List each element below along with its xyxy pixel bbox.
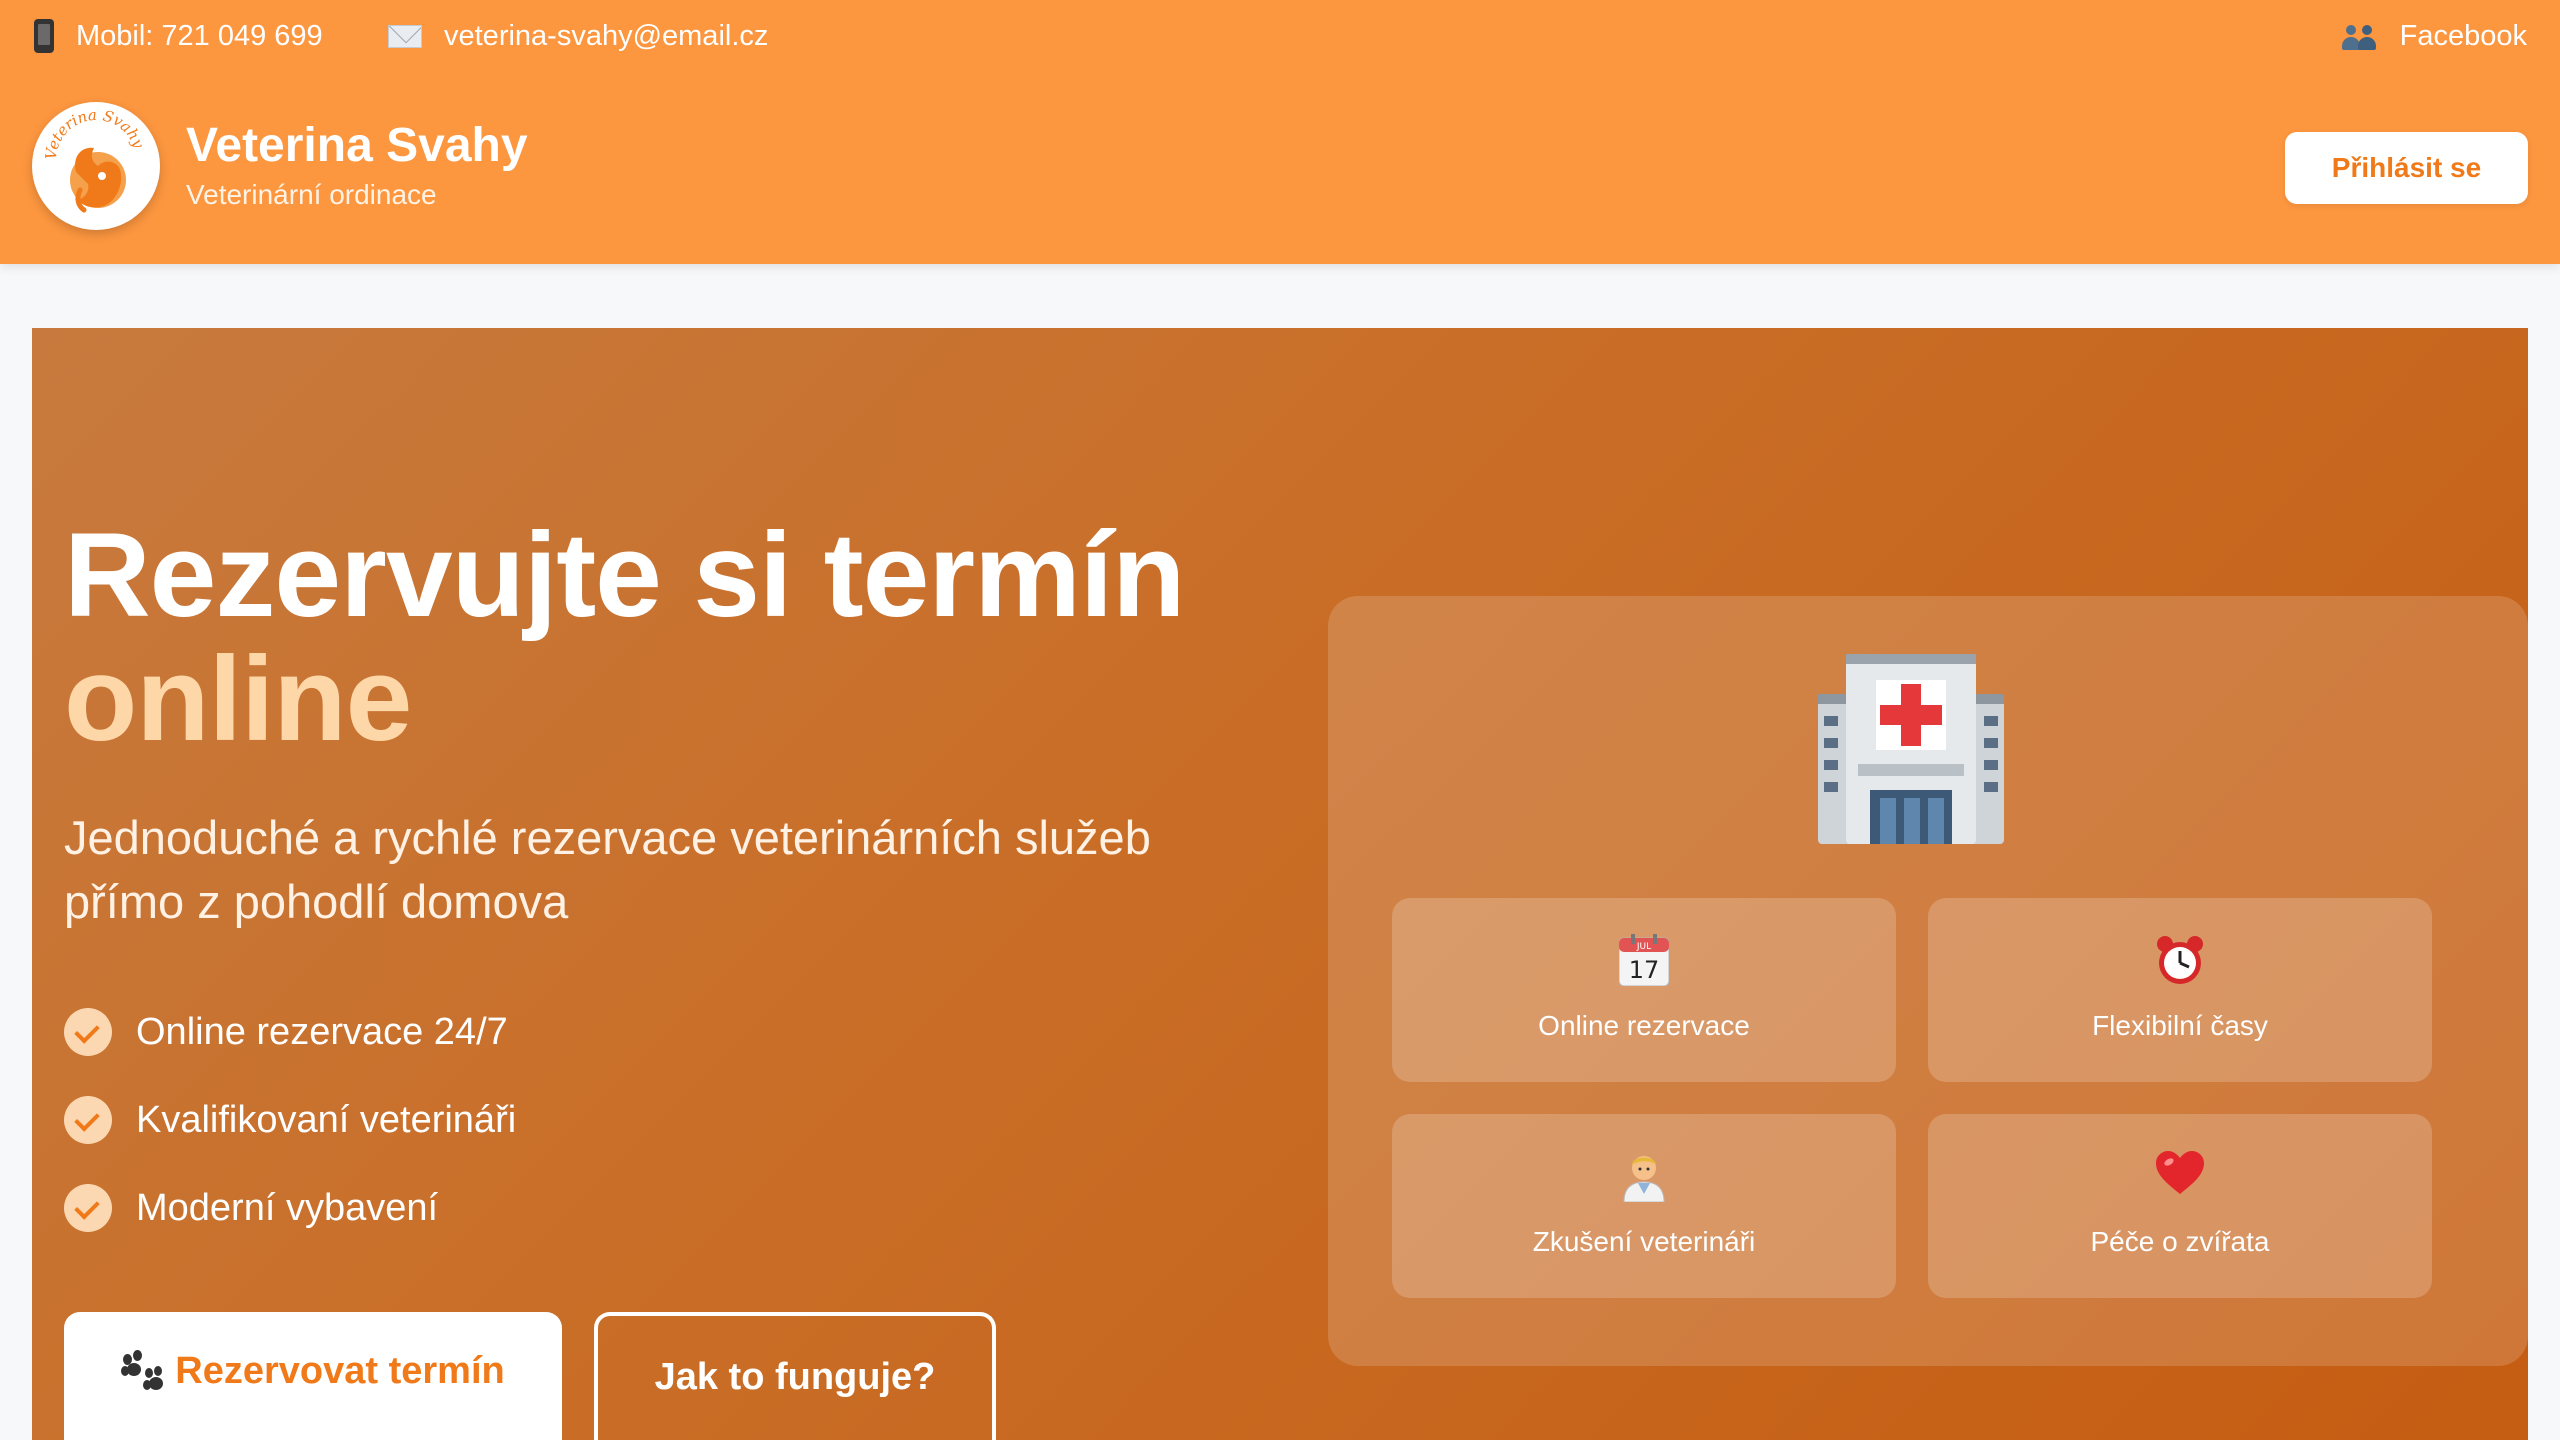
- check-icon: [64, 1096, 112, 1144]
- card-animal-care: Péče o zvířata: [1928, 1114, 2432, 1298]
- heart-icon: [2156, 1151, 2204, 1194]
- login-button[interactable]: Přihlásit se: [2285, 132, 2528, 204]
- card-label: Online rezervace: [1538, 1010, 1750, 1041]
- people-icon: [2341, 22, 2378, 50]
- hospital-icon: [1818, 654, 2004, 844]
- card-label: Zkušení veterináři: [1532, 1226, 1756, 1257]
- brand-logo: Veterina Svahy: [32, 102, 160, 230]
- features-panel: JUL 17 Online rezervace Flexibilní časy …: [1328, 596, 2528, 1366]
- card-label: Flexibilní časy: [2092, 1010, 2268, 1041]
- feature-item: Moderní vybavení: [64, 1164, 516, 1252]
- hero-title-main: Rezervujte si termín: [64, 508, 1185, 642]
- how-it-works-button[interactable]: Jak to funguje?: [594, 1312, 996, 1440]
- doctor-icon: [1623, 1156, 1665, 1202]
- feature-item: Kvalifikovaní veterináři: [64, 1076, 516, 1164]
- facebook-link[interactable]: Facebook: [2341, 16, 2527, 56]
- brand-subtitle: Veterinární ordinace: [186, 179, 437, 210]
- feature-label: Kvalifikovaní veterináři: [136, 1098, 517, 1141]
- calendar-day: 17: [1629, 956, 1660, 984]
- calendar-month: JUL: [1636, 942, 1651, 952]
- mobile-phone-icon: [34, 19, 54, 53]
- feature-item: Online rezervace 24/7: [64, 988, 516, 1076]
- email-text: veterina-svahy@email.cz: [444, 19, 769, 52]
- feature-list: Online rezervace 24/7 Kvalifikovaní vete…: [64, 988, 516, 1252]
- card-experienced-vets: Zkušení veterináři: [1392, 1114, 1896, 1298]
- hero-title-accent: online: [64, 632, 412, 766]
- book-appointment-button[interactable]: Rezervovat termín: [64, 1312, 562, 1440]
- calendar-icon: JUL 17: [1619, 934, 1669, 986]
- card-flexible-times: Flexibilní časy: [1928, 898, 2432, 1082]
- alarm-clock-icon: [2157, 936, 2203, 984]
- feature-label: Moderní vybavení: [136, 1186, 439, 1229]
- hero-title: Rezervujte si termín online: [64, 513, 1185, 766]
- hero-lead: Jednoduché a rychlé rezervace veterinárn…: [64, 811, 1151, 928]
- phone-text: Mobil: 721 049 699: [76, 19, 323, 52]
- card-online-booking: JUL 17 Online rezervace: [1392, 898, 1896, 1082]
- email-contact[interactable]: veterina-svahy@email.cz: [388, 16, 768, 56]
- book-appointment-label: Rezervovat termín: [175, 1350, 505, 1392]
- phone-contact[interactable]: Mobil: 721 049 699: [34, 16, 323, 56]
- facebook-text: Facebook: [2399, 19, 2527, 52]
- hero-section: Rezervujte si termín online Jednoduché a…: [32, 328, 2528, 1440]
- check-icon: [64, 1008, 112, 1056]
- top-contact-bar: Mobil: 721 049 699 veterina-svahy@email.…: [0, 0, 2560, 72]
- card-label: Péče o zvířata: [2090, 1226, 2270, 1257]
- feature-label: Online rezervace 24/7: [136, 1010, 508, 1053]
- brand[interactable]: Veterina Svahy Veterina Svahy Veterinárn…: [32, 102, 528, 230]
- envelope-icon: [388, 24, 422, 48]
- site-header: Mobil: 721 049 699 veterina-svahy@email.…: [0, 0, 2560, 264]
- paw-prints-icon: [121, 1350, 165, 1394]
- dog-cat-logo-icon: Veterina Svahy: [42, 106, 148, 213]
- brand-title: Veterina Svahy: [186, 119, 528, 172]
- check-icon: [64, 1184, 112, 1232]
